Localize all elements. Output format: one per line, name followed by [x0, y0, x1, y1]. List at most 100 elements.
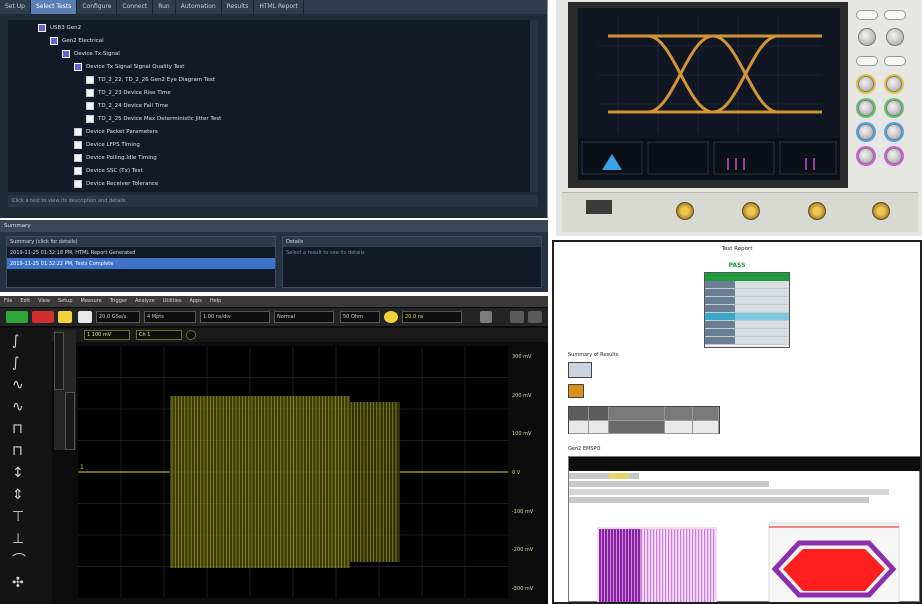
- window-close-icon[interactable]: [528, 311, 542, 323]
- front-panel-button[interactable]: [856, 10, 878, 20]
- vmax-icon[interactable]: ⊤: [12, 510, 24, 524]
- channel-select-control[interactable]: Ch 1: [136, 330, 182, 340]
- amplitude-icon[interactable]: ↕: [12, 466, 24, 480]
- tree-checkbox[interactable]: [86, 75, 94, 84]
- usb-port[interactable]: [586, 200, 612, 214]
- report-thumbnail[interactable]: [568, 384, 584, 398]
- tree-checkbox[interactable]: [86, 88, 94, 97]
- frequency-icon[interactable]: ∿: [12, 400, 24, 414]
- tree-node[interactable]: TD_2_22, TD_2_26 Gen2 Eye Diagram Test: [86, 74, 215, 85]
- front-panel-button[interactable]: [884, 10, 906, 20]
- tree-checkbox[interactable]: [74, 62, 82, 71]
- menu-view[interactable]: View: [34, 296, 54, 307]
- sample-rate-field[interactable]: 20.0 GSa/s: [96, 311, 140, 323]
- run-button[interactable]: [6, 311, 28, 323]
- front-panel-button[interactable]: [856, 56, 878, 66]
- waveform-plot[interactable]: 1: [78, 346, 508, 598]
- pulse-width-icon[interactable]: ⊓: [12, 422, 23, 436]
- tab-configure[interactable]: Configure: [77, 0, 118, 14]
- channel-2-knob[interactable]: [858, 100, 874, 116]
- memory-depth-field[interactable]: 4 Mpts: [144, 311, 196, 323]
- front-panel-button[interactable]: [884, 56, 906, 66]
- report-thumbnail[interactable]: [568, 362, 592, 378]
- rise-time-icon[interactable]: ∫: [12, 334, 19, 348]
- channel-4-input-port[interactable]: [872, 202, 890, 220]
- tab-select-tests[interactable]: Select Tests: [30, 0, 78, 14]
- channel-1-offset-knob[interactable]: [886, 76, 902, 92]
- channel-3-knob[interactable]: [858, 124, 874, 140]
- menu-file[interactable]: File: [0, 296, 16, 307]
- trigger-delay-field[interactable]: 20.0 ns: [402, 311, 462, 323]
- side-tab-measurements[interactable]: [54, 332, 64, 390]
- tab-results[interactable]: Results: [222, 0, 255, 14]
- timebase-field[interactable]: 1.00 ns/div: [200, 311, 270, 323]
- default-setup-button[interactable]: [78, 311, 92, 323]
- tree-checkbox[interactable]: [74, 153, 82, 162]
- menu-help[interactable]: Help: [206, 296, 225, 307]
- horizontal-knob[interactable]: [858, 28, 876, 46]
- tree-node[interactable]: Device Tx Signal: [62, 48, 120, 59]
- tree-node[interactable]: Device Packet Parameters: [74, 126, 158, 137]
- run-list-item[interactable]: 2019-11-25 01:32:18 PM, HTML Report Gene…: [7, 247, 275, 258]
- settings-icon[interactable]: [480, 311, 492, 323]
- channel-offset-knob[interactable]: [186, 330, 196, 340]
- menu-trigger[interactable]: Trigger: [106, 296, 131, 307]
- tree-node[interactable]: TD_2_25 Device Max Deterministic Jitter …: [86, 113, 221, 124]
- tree-checkbox[interactable]: [74, 166, 82, 175]
- single-button[interactable]: [58, 311, 72, 323]
- tree-checkbox[interactable]: [86, 101, 94, 110]
- overshoot-icon[interactable]: ⌒: [12, 554, 26, 568]
- tree-node[interactable]: Device Polling.Idle Timing: [74, 152, 157, 163]
- tab-automation[interactable]: Automation: [176, 0, 222, 14]
- vmin-icon[interactable]: ⊥: [12, 532, 24, 546]
- side-tab-markers[interactable]: [65, 392, 75, 450]
- tree-checkbox[interactable]: [74, 127, 82, 136]
- stop-button[interactable]: [32, 311, 54, 323]
- tree-node[interactable]: USB3 Gen2: [38, 22, 81, 33]
- channel-2-offset-knob[interactable]: [886, 100, 902, 116]
- menu-measure[interactable]: Measure: [77, 296, 106, 307]
- duty-cycle-icon[interactable]: ⊓: [12, 444, 23, 458]
- tree-checkbox[interactable]: [86, 114, 94, 123]
- tree-scrollbar[interactable]: [530, 20, 538, 192]
- tree-node[interactable]: Device Tx Signal Signal Quality Test: [74, 61, 184, 72]
- tree-node[interactable]: Gen2 Electrical: [50, 35, 104, 46]
- more-measurements-icon[interactable]: ✣: [12, 576, 24, 590]
- tree-node[interactable]: Device LFPS Timing: [74, 139, 140, 150]
- tree-checkbox[interactable]: [50, 36, 58, 45]
- trigger-level-knob[interactable]: [886, 28, 904, 46]
- impedance-field[interactable]: 50 Ohm: [340, 311, 380, 323]
- acquisition-mode-field[interactable]: Normal: [274, 311, 334, 323]
- channel-4-offset-knob[interactable]: [886, 148, 902, 164]
- tree-node[interactable]: Device Receiver Tolerance: [74, 178, 158, 189]
- channel-2-input-port[interactable]: [742, 202, 760, 220]
- vpp-icon[interactable]: ⇕: [12, 488, 24, 502]
- run-list-item[interactable]: 2019-11-25 01:32:22 PM, Tests Complete: [7, 258, 275, 269]
- menu-apps[interactable]: Apps: [186, 296, 206, 307]
- window-restore-icon[interactable]: [510, 311, 524, 323]
- tree-node[interactable]: Device SSC (Tx) Test: [74, 165, 143, 176]
- tab-html-report[interactable]: HTML Report: [254, 0, 304, 14]
- menu-edit[interactable]: Edit: [16, 296, 34, 307]
- channel-1-knob[interactable]: [858, 76, 874, 92]
- menu-analyze[interactable]: Analyze: [131, 296, 159, 307]
- tree-checkbox[interactable]: [74, 140, 82, 149]
- tree-checkbox[interactable]: [38, 23, 46, 32]
- fall-time-icon[interactable]: ∫: [12, 356, 19, 370]
- channel-scale-control[interactable]: 1 100 mV: [84, 330, 130, 340]
- tree-checkbox[interactable]: [74, 179, 82, 188]
- channel-1-indicator[interactable]: [384, 311, 398, 323]
- menu-utilities[interactable]: Utilities: [159, 296, 186, 307]
- tab-set-up[interactable]: Set Up: [0, 0, 31, 14]
- tab-connect[interactable]: Connect: [117, 0, 154, 14]
- channel-3-offset-knob[interactable]: [886, 124, 902, 140]
- channel-3-input-port[interactable]: [808, 202, 826, 220]
- channel-1-input-port[interactable]: [676, 202, 694, 220]
- tree-checkbox[interactable]: [62, 49, 70, 58]
- tree-node[interactable]: TD_2_24 Device Fall Time: [86, 100, 168, 111]
- channel-4-knob[interactable]: [858, 148, 874, 164]
- period-icon[interactable]: ∿: [12, 378, 24, 392]
- tab-run[interactable]: Run: [153, 0, 176, 14]
- menu-setup[interactable]: Setup: [54, 296, 77, 307]
- tree-node[interactable]: TD_2_23 Device Rise Time: [86, 87, 171, 98]
